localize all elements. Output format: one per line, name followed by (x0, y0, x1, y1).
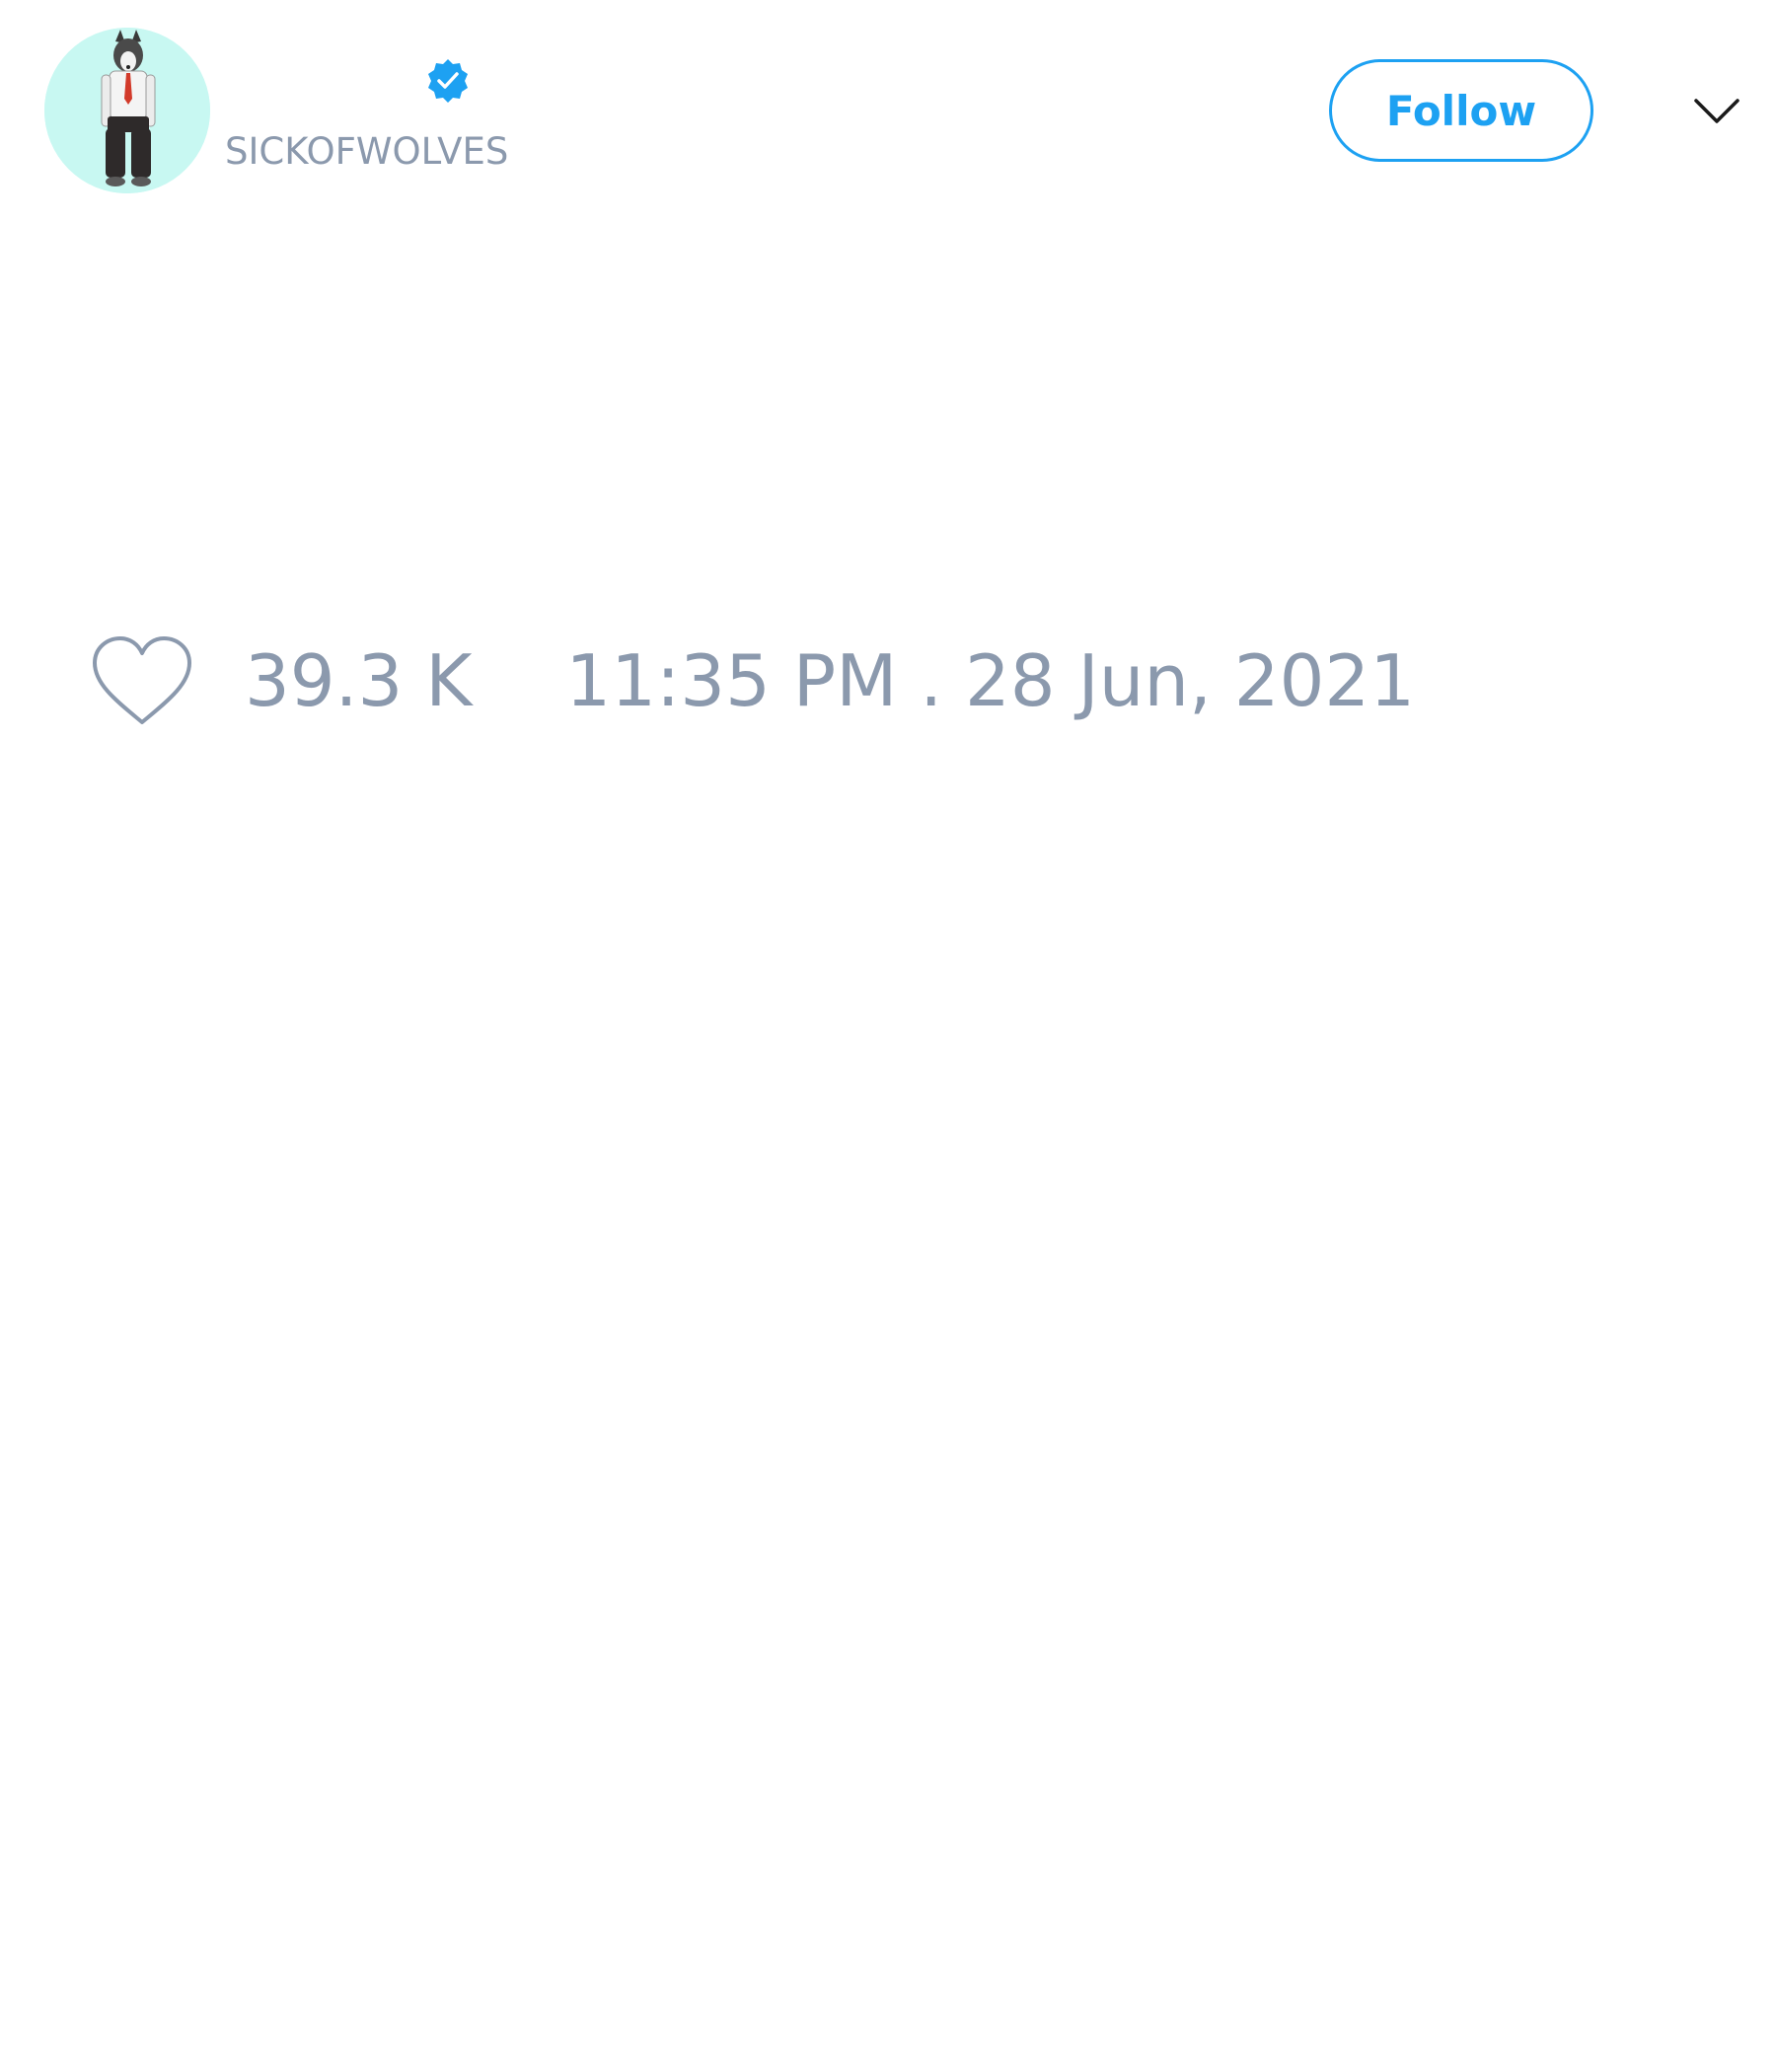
verified-badge-icon (424, 57, 472, 105)
wolf-avatar-icon (44, 28, 210, 193)
like-count: 39.3 K (245, 639, 473, 722)
author-handle[interactable]: SICKOFWOLVES (225, 130, 508, 174)
tweet-timestamp[interactable]: 11:35 PM . 28 Jun, 2021 (565, 639, 1415, 722)
tweet-card: SICKOFWOLVES Follow 39.3 K 11:35 PM . 28… (0, 0, 1776, 2072)
like-button[interactable]: 39.3 K (89, 633, 472, 728)
follow-button[interactable]: Follow (1329, 59, 1593, 162)
heart-icon[interactable] (89, 633, 195, 728)
chevron-down-icon[interactable] (1692, 91, 1741, 130)
tweet-actions: 39.3 K 11:35 PM . 28 Jun, 2021 (89, 631, 1415, 730)
avatar[interactable] (44, 28, 210, 193)
